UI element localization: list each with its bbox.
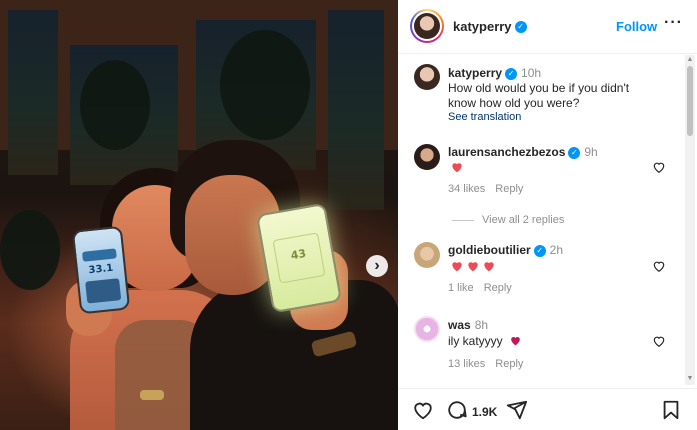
phone-left-value: 33.1 [88, 262, 114, 277]
view-replies-button[interactable]: View all 2 replies [452, 214, 564, 226]
share-icon[interactable] [506, 399, 528, 421]
heart-emoji-icon [452, 163, 462, 173]
comment-count: 1.9K [472, 405, 498, 419]
like-comment-icon[interactable] [652, 334, 666, 348]
comment-username[interactable]: laurensanchezbezos [448, 145, 565, 159]
caption-header: katyperry ✓ 10h [448, 66, 541, 80]
comment-text-content: ily katyyyy [448, 334, 503, 348]
reply-button[interactable]: Reply [495, 358, 523, 370]
phone-left-box [85, 278, 122, 304]
phone-left-header-bar [82, 248, 117, 262]
heart-emoji-icon [511, 336, 520, 346]
comment-icon[interactable] [446, 399, 468, 421]
window-pane [328, 10, 384, 210]
comment-meta: 13 likes Reply [448, 358, 533, 370]
verified-badge-icon: ✓ [505, 67, 518, 80]
follow-button[interactable]: Follow [616, 19, 657, 34]
like-comment-icon[interactable] [652, 259, 666, 273]
bookmark-icon[interactable] [660, 399, 682, 421]
tree-silhouette [220, 30, 310, 140]
comment-avatar[interactable] [414, 316, 440, 342]
phone-left: 33.1 [71, 225, 131, 315]
post-sidebar: katyperry ✓ Follow ··· katyperry ✓ 10h How … [398, 0, 697, 430]
scroll-down-arrow-icon[interactable]: ▼ [685, 375, 695, 382]
divider [452, 219, 474, 221]
see-translation-link[interactable]: See translation [448, 111, 521, 123]
comment-username[interactable]: goldieboutilier [448, 243, 531, 257]
comment-time: 9h [584, 145, 598, 159]
comments-list[interactable]: katyperry ✓ 10h How old would you be if yo… [398, 55, 686, 385]
comment-username[interactable]: was [448, 318, 471, 332]
comment-avatar[interactable] [414, 242, 440, 268]
comment-meta: 1 like Reply [448, 282, 522, 294]
reply-button[interactable]: Reply [484, 282, 512, 294]
comment-time: 2h [549, 243, 564, 257]
comment-likes[interactable]: 1 like [448, 282, 474, 294]
window-pane [8, 10, 58, 175]
caption-username[interactable]: katyperry [448, 66, 502, 80]
post-header: katyperry ✓ Follow ··· [398, 0, 697, 54]
post-photo[interactable]: 33.1 43 › [0, 0, 398, 430]
action-bar: 1.9K [398, 388, 697, 430]
like-icon[interactable] [412, 399, 434, 421]
scrollbar-thumb[interactable] [687, 66, 693, 136]
comment-likes[interactable]: 13 likes [448, 358, 485, 370]
reply-button[interactable]: Reply [495, 183, 523, 195]
caption-text: How old would you be if you didn't know … [448, 81, 630, 110]
comment-header: was 8h [448, 318, 488, 332]
heart-emoji-icon [468, 262, 478, 272]
comment-likes[interactable]: 34 likes [448, 183, 485, 195]
comment-text: ily katyyyy [448, 334, 522, 349]
bracelet [140, 390, 164, 400]
header-username-row: katyperry ✓ [453, 18, 527, 36]
comment-header: laurensanchezbezos ✓ 9h [448, 145, 598, 159]
more-horizontal-icon[interactable]: ··· [664, 14, 683, 32]
header-username[interactable]: katyperry [453, 19, 512, 34]
comment-header: goldieboutilier ✓ 2h [448, 243, 563, 257]
tree-silhouette [0, 210, 60, 290]
verified-badge-icon: ✓ [514, 20, 527, 33]
scroll-up-arrow-icon[interactable]: ▲ [685, 56, 695, 63]
comment-avatar[interactable] [414, 144, 440, 170]
view-replies-label[interactable]: View all 2 replies [482, 214, 564, 226]
next-photo-button[interactable]: › [366, 255, 388, 277]
caption-time: 10h [521, 66, 542, 80]
comment-time: 8h [474, 318, 489, 332]
like-comment-icon[interactable] [652, 160, 666, 174]
avatar[interactable] [414, 13, 440, 39]
comment-meta: 34 likes Reply [448, 183, 533, 195]
tree-silhouette [80, 60, 150, 150]
heart-emoji-icon [452, 262, 462, 272]
verified-badge-icon: ✓ [568, 146, 581, 159]
verified-badge-icon: ✓ [533, 244, 546, 257]
caption-avatar[interactable] [414, 64, 440, 90]
heart-emoji-icon [484, 262, 494, 272]
